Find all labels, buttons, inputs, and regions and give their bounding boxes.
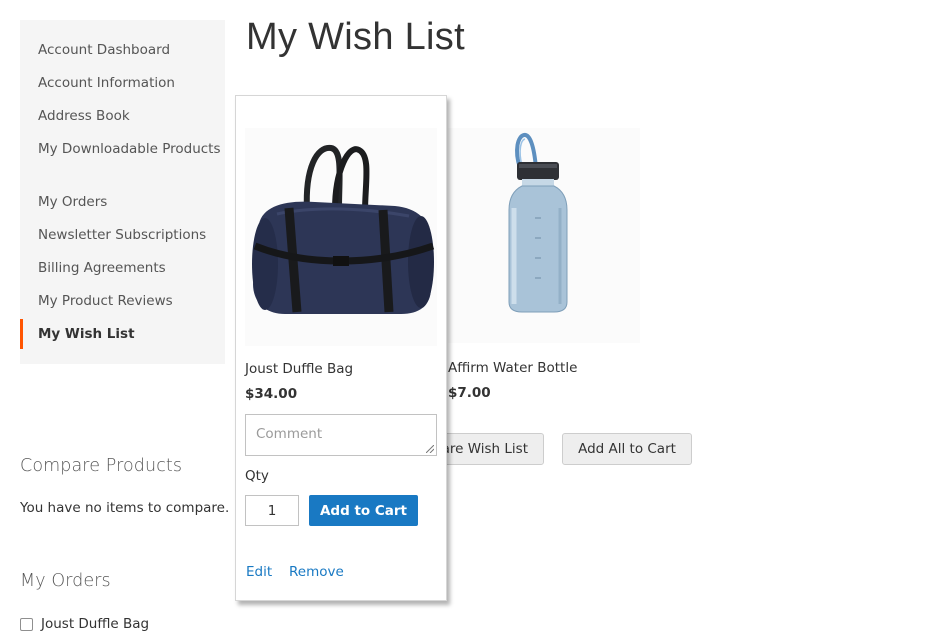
sidebar-item-address-book[interactable]: Address Book bbox=[38, 106, 223, 126]
add-to-cart-button[interactable]: Add to Cart bbox=[309, 495, 418, 526]
qty-input[interactable]: 1 bbox=[245, 495, 299, 526]
sidebar-item-account-information[interactable]: Account Information bbox=[38, 73, 223, 93]
active-item-marker bbox=[20, 319, 23, 349]
edit-link[interactable]: Edit bbox=[246, 564, 272, 580]
compare-empty-text: You have no items to compare. bbox=[20, 500, 230, 516]
order-item-label: Joust Duffle Bag bbox=[41, 616, 150, 632]
sidebar-item-account-dashboard[interactable]: Account Dashboard bbox=[38, 40, 223, 60]
sidebar-item-downloadable-products[interactable]: My Downloadable Products bbox=[38, 139, 223, 159]
wishlist-item-card: Joust Duffle Bag $34.00 Comment Qty 1 Ad… bbox=[235, 95, 447, 601]
compare-products-title: Compare Products bbox=[20, 456, 183, 476]
order-item-checkbox[interactable] bbox=[20, 617, 33, 631]
comment-placeholder: Comment bbox=[256, 426, 323, 442]
resize-grip-icon[interactable] bbox=[426, 445, 434, 453]
sidebar-item-wish-list[interactable]: My Wish List bbox=[38, 324, 223, 344]
product-name[interactable]: Affirm Water Bottle bbox=[448, 360, 577, 376]
qty-label: Qty bbox=[245, 468, 269, 484]
duffle-bag-icon bbox=[252, 144, 435, 314]
page-title: My Wish List bbox=[246, 16, 465, 58]
sidebar-item-my-orders[interactable]: My Orders bbox=[38, 192, 223, 212]
water-bottle-icon bbox=[508, 133, 568, 313]
remove-link[interactable]: Remove bbox=[289, 564, 344, 580]
order-item: Joust Duffle Bag bbox=[20, 613, 149, 635]
water-bottle-image[interactable] bbox=[448, 128, 640, 343]
sidebar-item-newsletter-subscriptions[interactable]: Newsletter Subscriptions bbox=[38, 225, 223, 245]
account-sidebar: Account Dashboard Account Information Ad… bbox=[20, 20, 225, 364]
sidebar-item-product-reviews[interactable]: My Product Reviews bbox=[38, 291, 223, 311]
duffle-bag-image[interactable] bbox=[245, 128, 437, 346]
product-name[interactable]: Joust Duffle Bag bbox=[245, 361, 353, 377]
product-price: $34.00 bbox=[245, 386, 298, 402]
add-all-to-cart-button[interactable]: Add All to Cart bbox=[562, 433, 692, 465]
sidebar-item-billing-agreements[interactable]: Billing Agreements bbox=[38, 258, 223, 278]
product-price: $7.00 bbox=[448, 385, 491, 401]
my-orders-title: My Orders bbox=[20, 571, 111, 591]
comment-field[interactable]: Comment bbox=[245, 414, 437, 456]
